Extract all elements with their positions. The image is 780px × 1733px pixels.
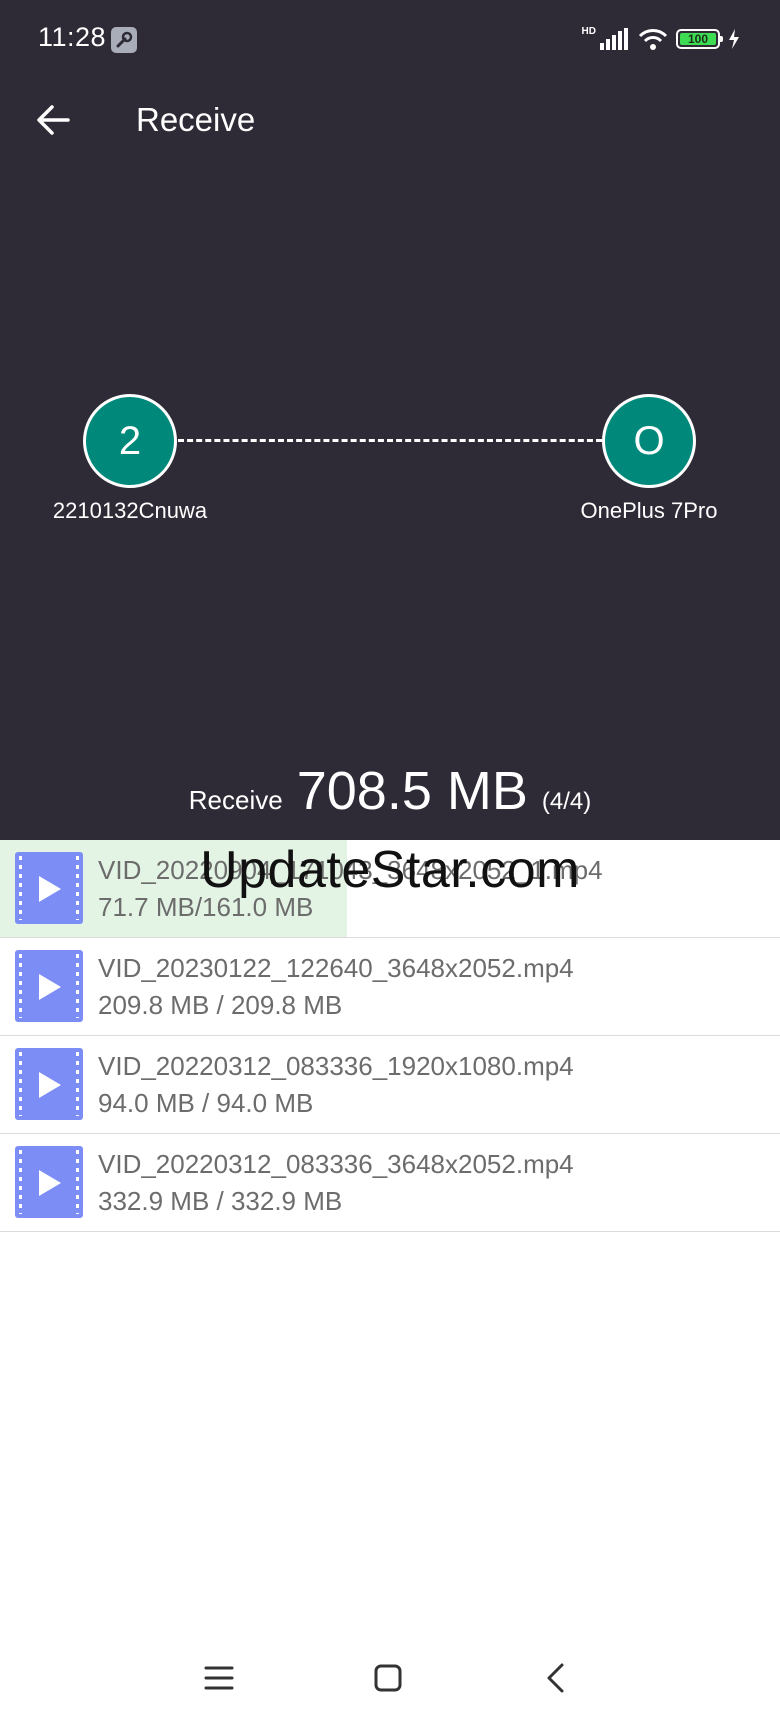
menu-icon bbox=[204, 1666, 234, 1690]
file-row[interactable]: VID_20220312_083336_1920x1080.mp4 94.0 M… bbox=[0, 1036, 780, 1134]
network-type-label: HD bbox=[581, 25, 596, 37]
nav-menu-button[interactable] bbox=[189, 1653, 249, 1703]
home-square-icon bbox=[374, 1664, 402, 1692]
system-nav-bar bbox=[0, 1623, 780, 1733]
file-count: (4/4) bbox=[541, 788, 592, 815]
transfer-summary: Receive 708.5 MB (4/4) bbox=[0, 760, 780, 822]
watermark: UpdateStar.com bbox=[200, 841, 580, 899]
receiver-avatar: O bbox=[602, 394, 696, 488]
page-title: Receive bbox=[136, 101, 256, 138]
receiver-name: OnePlus 7Pro bbox=[580, 498, 718, 523]
video-file-icon bbox=[15, 1146, 83, 1218]
video-file-icon bbox=[15, 1048, 83, 1120]
file-size: 332.9 MB / 332.9 MB bbox=[98, 1186, 343, 1216]
sender-avatar: 2 bbox=[83, 394, 177, 488]
lightning-icon bbox=[729, 29, 739, 49]
video-file-icon bbox=[15, 950, 83, 1022]
sender-name: 2210132Cnuwa bbox=[52, 498, 208, 523]
battery-level: 100 bbox=[680, 32, 716, 46]
transfer-header: 11:28 HD 100 Receive 2 2210132Cnuwa O On… bbox=[0, 0, 780, 840]
wrench-icon bbox=[111, 27, 137, 53]
sender-device: 2 2210132Cnuwa bbox=[30, 394, 230, 524]
file-row[interactable]: VID_20230122_122640_3648x2052.mp4 209.8 … bbox=[0, 938, 780, 1036]
file-name: VID_20220312_083336_1920x1080.mp4 bbox=[98, 1051, 574, 1081]
summary-label: Receive bbox=[188, 785, 283, 815]
file-size: 94.0 MB / 94.0 MB bbox=[98, 1088, 314, 1118]
status-time: 11:28 bbox=[38, 22, 107, 52]
status-icons: HD 100 bbox=[582, 24, 740, 54]
nav-back-button[interactable] bbox=[525, 1653, 585, 1703]
signal-icon bbox=[600, 28, 628, 50]
file-size: 209.8 MB / 209.8 MB bbox=[98, 990, 343, 1020]
nav-home-button[interactable] bbox=[358, 1653, 418, 1703]
arrow-left-icon bbox=[37, 105, 70, 135]
file-name: VID_20230122_122640_3648x2052.mp4 bbox=[98, 953, 574, 983]
battery-indicator: 100 bbox=[676, 29, 723, 49]
file-row[interactable]: VID_20220312_083336_3648x2052.mp4 332.9 … bbox=[0, 1134, 780, 1232]
connection-line bbox=[178, 439, 602, 442]
back-button[interactable] bbox=[32, 98, 76, 142]
receiver-device: O OnePlus 7Pro bbox=[549, 394, 749, 524]
chevron-left-icon bbox=[547, 1663, 564, 1693]
status-bar: 11:28 HD 100 bbox=[0, 0, 780, 80]
app-bar: Receive bbox=[0, 80, 780, 160]
total-size: 708.5 MB bbox=[296, 761, 528, 821]
wifi-icon bbox=[638, 29, 668, 50]
file-name: VID_20220312_083336_3648x2052.mp4 bbox=[98, 1149, 574, 1179]
